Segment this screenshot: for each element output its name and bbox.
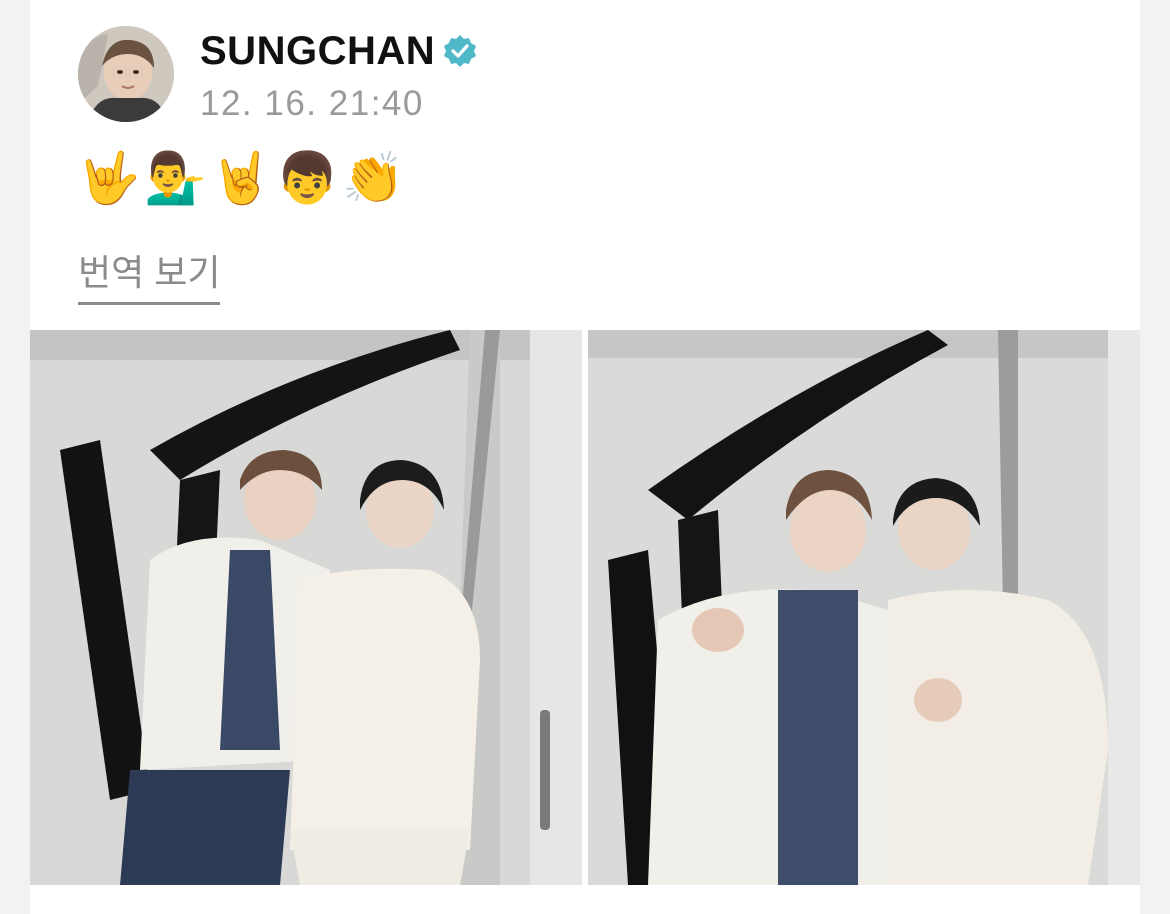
author-row: SUNGCHAN	[200, 28, 477, 74]
photo-1[interactable]	[30, 330, 582, 885]
post-card: SUNGCHAN 12. 16. 21:40 🤟 💁‍♂️ 🤘 👦 👏 번역 보…	[30, 0, 1140, 914]
photo-2[interactable]	[588, 330, 1140, 885]
post-timestamp: 12. 16. 21:40	[200, 84, 424, 123]
avatar[interactable]	[78, 26, 174, 122]
author-name[interactable]: SUNGCHAN	[200, 29, 435, 74]
sign-of-horns-emoji: 🤘	[210, 150, 273, 206]
post-meta: SUNGCHAN 12. 16. 21:40	[200, 26, 477, 124]
clapping-hands-emoji: 👏	[342, 150, 405, 206]
verified-badge-icon	[443, 34, 477, 68]
photo-gallery	[30, 330, 1140, 885]
post-text: 🤟 💁‍♂️ 🤘 👦 👏	[78, 148, 405, 208]
translate-link[interactable]: 번역 보기	[78, 244, 221, 305]
boy-emoji: 👦	[276, 150, 339, 206]
person-tipping-hand-emoji: 💁‍♂️	[144, 150, 207, 206]
post-header: SUNGCHAN 12. 16. 21:40	[78, 26, 477, 124]
love-you-gesture-emoji: 🤟	[78, 150, 141, 206]
